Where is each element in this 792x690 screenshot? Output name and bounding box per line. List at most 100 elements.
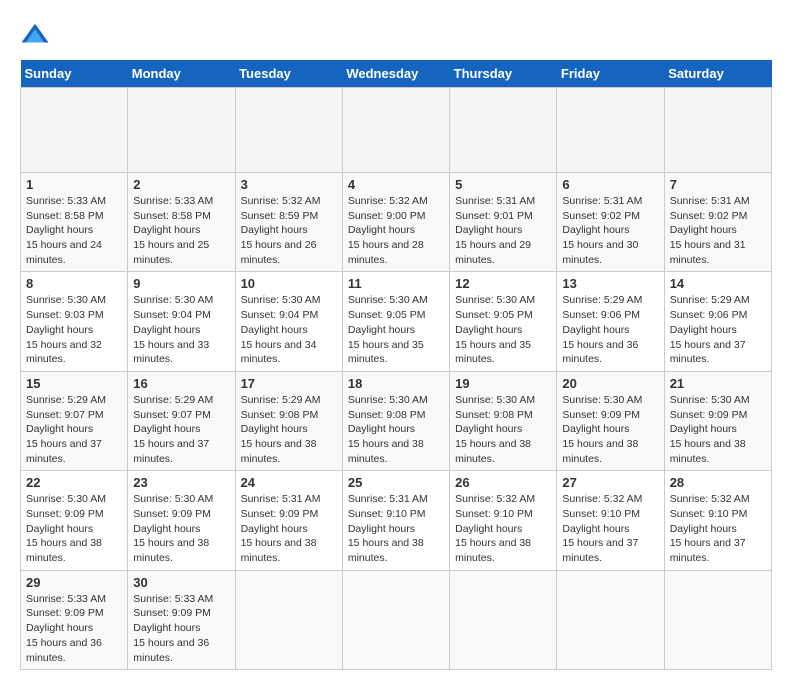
calendar-cell: 27 Sunrise: 5:32 AMSunset: 9:10 PMDayligh… xyxy=(557,471,664,570)
calendar-cell xyxy=(128,88,235,173)
day-info: Sunrise: 5:30 AMSunset: 9:05 PMDaylight … xyxy=(348,293,444,366)
calendar-cell: 26 Sunrise: 5:32 AMSunset: 9:10 PMDayligh… xyxy=(450,471,557,570)
calendar-cell: 14 Sunrise: 5:29 AMSunset: 9:06 PMDayligh… xyxy=(664,272,771,371)
day-number: 11 xyxy=(348,276,444,291)
day-number: 22 xyxy=(26,475,122,490)
logo xyxy=(20,20,54,50)
calendar-cell: 3Sunrise: 5:32 AMSunset: 8:59 PMDaylight… xyxy=(235,173,342,272)
day-number: 7 xyxy=(670,177,766,192)
calendar-header-row: SundayMondayTuesdayWednesdayThursdayFrid… xyxy=(21,60,772,88)
calendar-cell xyxy=(557,88,664,173)
day-info: Sunrise: 5:29 AMSunset: 9:06 PMDaylight … xyxy=(562,293,658,366)
day-info: Sunrise: 5:30 AMSunset: 9:09 PMDaylight … xyxy=(670,393,766,466)
calendar-cell: 4Sunrise: 5:32 AMSunset: 9:00 PMDaylight… xyxy=(342,173,449,272)
week-row-5: 29 Sunrise: 5:33 AMSunset: 9:09 PMDayligh… xyxy=(21,570,772,669)
day-info: Sunrise: 5:30 AMSunset: 9:08 PMDaylight … xyxy=(348,393,444,466)
calendar-cell: 1 Sunrise: 5:33 AMSunset: 8:58 PMDaylight… xyxy=(21,173,128,272)
day-number: 5 xyxy=(455,177,551,192)
calendar-cell: 12 Sunrise: 5:30 AMSunset: 9:05 PMDayligh… xyxy=(450,272,557,371)
day-info: Sunrise: 5:32 AMSunset: 9:10 PMDaylight … xyxy=(562,492,658,565)
day-header-monday: Monday xyxy=(128,60,235,88)
day-number: 26 xyxy=(455,475,551,490)
day-number: 14 xyxy=(670,276,766,291)
day-info: Sunrise: 5:30 AMSunset: 9:03 PMDaylight … xyxy=(26,293,122,366)
day-header-friday: Friday xyxy=(557,60,664,88)
day-info: Sunrise: 5:30 AMSunset: 9:04 PMDaylight … xyxy=(241,293,337,366)
day-number: 10 xyxy=(241,276,337,291)
calendar-cell xyxy=(342,88,449,173)
calendar-cell xyxy=(664,88,771,173)
day-number: 6 xyxy=(562,177,658,192)
day-info: Sunrise: 5:32 AMSunset: 9:10 PMDaylight … xyxy=(455,492,551,565)
calendar-cell: 9Sunrise: 5:30 AMSunset: 9:04 PMDaylight… xyxy=(128,272,235,371)
calendar-cell: 5 Sunrise: 5:31 AMSunset: 9:01 PMDaylight… xyxy=(450,173,557,272)
day-number: 1 xyxy=(26,177,122,192)
calendar-cell: 25 Sunrise: 5:31 AMSunset: 9:10 PMDayligh… xyxy=(342,471,449,570)
calendar-cell: 22 Sunrise: 5:30 AMSunset: 9:09 PMDayligh… xyxy=(21,471,128,570)
day-info: Sunrise: 5:31 AMSunset: 9:02 PMDaylight … xyxy=(670,194,766,267)
day-info: Sunrise: 5:29 AMSunset: 9:07 PMDaylight … xyxy=(26,393,122,466)
calendar-cell: 29Sunrise: 5:33 AMSunset: 9:09 PMDayligh… xyxy=(21,570,128,669)
calendar-cell: 30Sunrise: 5:33 AMSunset: 9:09 PMDayligh… xyxy=(128,570,235,669)
day-header-saturday: Saturday xyxy=(664,60,771,88)
calendar-cell: 6 Sunrise: 5:31 AMSunset: 9:02 PMDaylight… xyxy=(557,173,664,272)
day-info: Sunrise: 5:32 AMSunset: 9:10 PMDaylight … xyxy=(670,492,766,565)
day-number: 8 xyxy=(26,276,122,291)
day-info: Sunrise: 5:30 AMSunset: 9:09 PMDaylight … xyxy=(133,492,229,565)
day-info: Sunrise: 5:33 AMSunset: 8:58 PMDaylight … xyxy=(133,194,229,267)
day-number: 12 xyxy=(455,276,551,291)
day-info: Sunrise: 5:30 AMSunset: 9:09 PMDaylight … xyxy=(562,393,658,466)
calendar-cell: 19 Sunrise: 5:30 AMSunset: 9:08 PMDayligh… xyxy=(450,371,557,470)
day-number: 27 xyxy=(562,475,658,490)
day-number: 23 xyxy=(133,475,229,490)
calendar-cell: 11 Sunrise: 5:30 AMSunset: 9:05 PMDayligh… xyxy=(342,272,449,371)
day-info: Sunrise: 5:31 AMSunset: 9:09 PMDaylight … xyxy=(241,492,337,565)
day-info: Sunrise: 5:31 AMSunset: 9:10 PMDaylight … xyxy=(348,492,444,565)
calendar-cell: 21 Sunrise: 5:30 AMSunset: 9:09 PMDayligh… xyxy=(664,371,771,470)
day-number: 2 xyxy=(133,177,229,192)
day-info: Sunrise: 5:31 AMSunset: 9:01 PMDaylight … xyxy=(455,194,551,267)
day-info: Sunrise: 5:29 AMSunset: 9:06 PMDaylight … xyxy=(670,293,766,366)
day-info: Sunrise: 5:33 AMSunset: 8:58 PMDaylight … xyxy=(26,194,122,267)
calendar-cell: 13 Sunrise: 5:29 AMSunset: 9:06 PMDayligh… xyxy=(557,272,664,371)
header xyxy=(20,20,772,50)
calendar-cell: 16 Sunrise: 5:29 AMSunset: 9:07 PMDayligh… xyxy=(128,371,235,470)
logo-icon xyxy=(20,20,50,50)
week-row-2: 8 Sunrise: 5:30 AMSunset: 9:03 PMDaylight… xyxy=(21,272,772,371)
calendar-cell xyxy=(342,570,449,669)
calendar-cell xyxy=(235,570,342,669)
day-number: 19 xyxy=(455,376,551,391)
day-info: Sunrise: 5:30 AMSunset: 9:09 PMDaylight … xyxy=(26,492,122,565)
calendar-cell xyxy=(235,88,342,173)
calendar-cell: 28Sunrise: 5:32 AMSunset: 9:10 PMDayligh… xyxy=(664,471,771,570)
day-number: 3 xyxy=(241,177,337,192)
day-number: 24 xyxy=(241,475,337,490)
day-info: Sunrise: 5:33 AMSunset: 9:09 PMDaylight … xyxy=(133,592,229,665)
calendar-cell xyxy=(664,570,771,669)
calendar-cell xyxy=(450,88,557,173)
day-info: Sunrise: 5:29 AMSunset: 9:07 PMDaylight … xyxy=(133,393,229,466)
calendar-cell xyxy=(450,570,557,669)
calendar-cell xyxy=(21,88,128,173)
week-row-0 xyxy=(21,88,772,173)
day-info: Sunrise: 5:30 AMSunset: 9:08 PMDaylight … xyxy=(455,393,551,466)
day-number: 25 xyxy=(348,475,444,490)
day-info: Sunrise: 5:30 AMSunset: 9:04 PMDaylight … xyxy=(133,293,229,366)
week-row-1: 1 Sunrise: 5:33 AMSunset: 8:58 PMDaylight… xyxy=(21,173,772,272)
calendar-cell: 18Sunrise: 5:30 AMSunset: 9:08 PMDayligh… xyxy=(342,371,449,470)
day-number: 17 xyxy=(241,376,337,391)
day-number: 15 xyxy=(26,376,122,391)
day-info: Sunrise: 5:31 AMSunset: 9:02 PMDaylight … xyxy=(562,194,658,267)
calendar-cell: 7 Sunrise: 5:31 AMSunset: 9:02 PMDaylight… xyxy=(664,173,771,272)
calendar-cell xyxy=(557,570,664,669)
calendar-cell: 10 Sunrise: 5:30 AMSunset: 9:04 PMDayligh… xyxy=(235,272,342,371)
calendar-cell: 17 Sunrise: 5:29 AMSunset: 9:08 PMDayligh… xyxy=(235,371,342,470)
day-number: 16 xyxy=(133,376,229,391)
day-number: 13 xyxy=(562,276,658,291)
day-number: 21 xyxy=(670,376,766,391)
calendar-cell: 20Sunrise: 5:30 AMSunset: 9:09 PMDayligh… xyxy=(557,371,664,470)
calendar-cell: 8 Sunrise: 5:30 AMSunset: 9:03 PMDaylight… xyxy=(21,272,128,371)
day-info: Sunrise: 5:30 AMSunset: 9:05 PMDaylight … xyxy=(455,293,551,366)
day-info: Sunrise: 5:29 AMSunset: 9:08 PMDaylight … xyxy=(241,393,337,466)
day-number: 29 xyxy=(26,575,122,590)
